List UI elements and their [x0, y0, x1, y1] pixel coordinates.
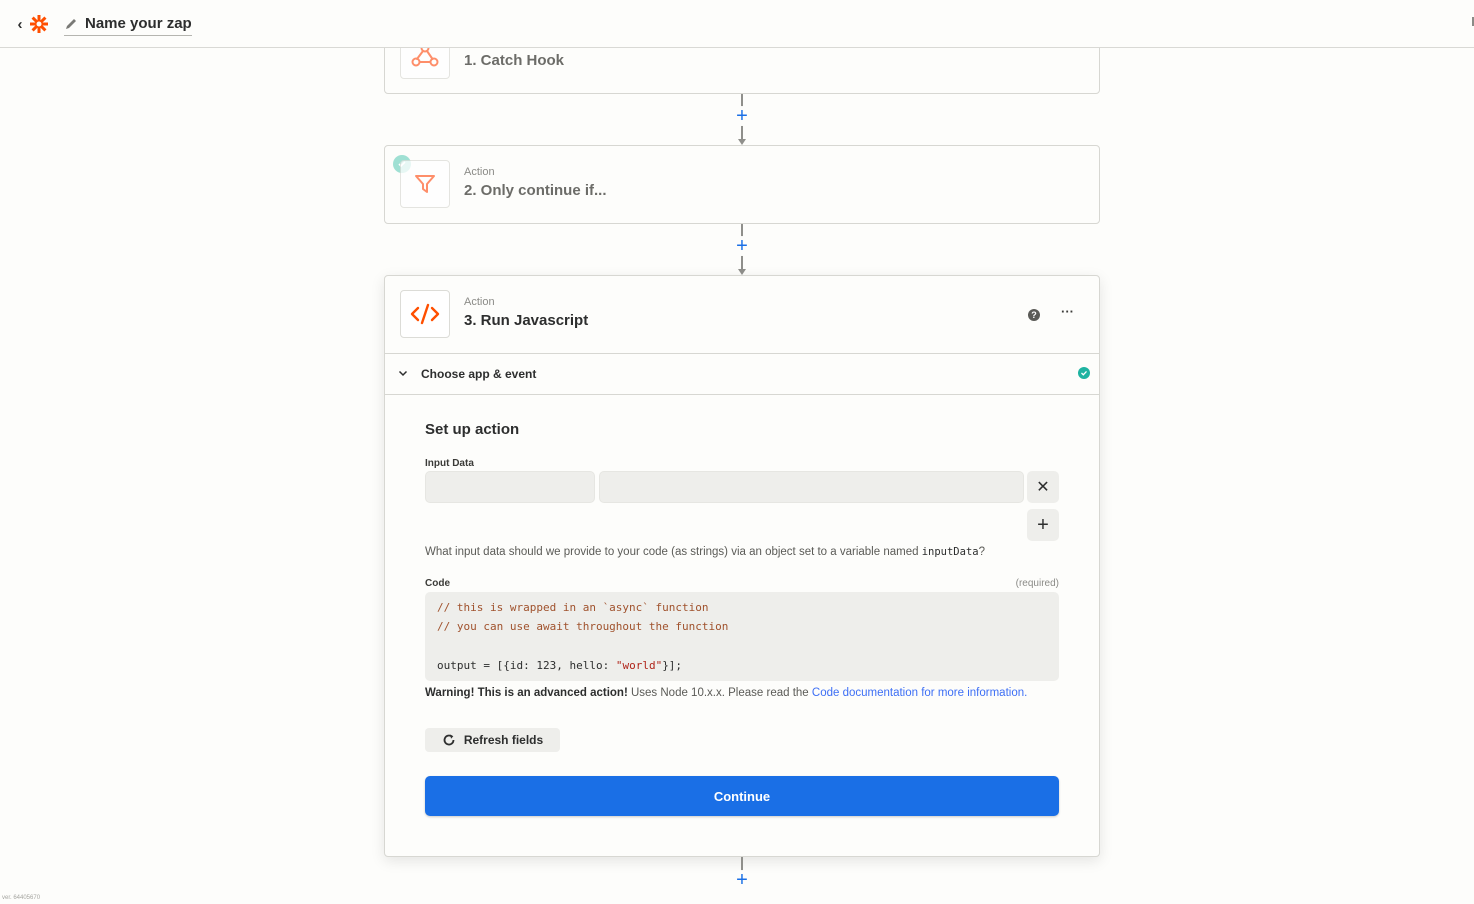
filter-icon: [400, 160, 450, 208]
add-step-button[interactable]: +: [732, 236, 752, 256]
code-icon: [400, 290, 450, 338]
remove-input-button[interactable]: ✕: [1027, 471, 1059, 503]
back-chevron-icon[interactable]: ‹: [12, 14, 28, 34]
add-step-button[interactable]: +: [732, 106, 752, 126]
zap-name: Name your zap: [85, 15, 192, 32]
input-data-help: What input data should we provide to you…: [425, 546, 985, 558]
choose-app-event-section[interactable]: Choose app & event: [385, 354, 1099, 395]
input-data-label: Input Data: [425, 458, 474, 469]
code-docs-link[interactable]: Code documentation for more information.: [812, 687, 1027, 699]
version-label: ver. 64405670: [2, 895, 41, 901]
chevron-down-icon: [398, 370, 408, 377]
step-card-run-javascript: Action 3. Run Javascript ? ··· Choose ap…: [384, 275, 1100, 857]
required-label: (required): [1015, 578, 1059, 589]
code-string: "world": [615, 658, 663, 672]
code-comment-line: // you can use await throughout the func…: [437, 620, 729, 634]
add-step-button[interactable]: +: [732, 870, 752, 890]
top-bar: ‹ Name your zap: [0, 0, 1474, 48]
code-number: 123: [536, 658, 557, 672]
step-kind: Action: [464, 166, 495, 178]
section-label: Choose app & event: [421, 367, 537, 381]
add-input-button[interactable]: +: [1027, 509, 1059, 541]
step-kind: Action: [464, 296, 495, 308]
warning-bold: Warning! This is an advanced action!: [425, 687, 628, 699]
input-data-key-field[interactable]: [425, 471, 595, 503]
refresh-icon: [443, 734, 455, 746]
step-title: 3. Run Javascript: [464, 312, 589, 329]
input-data-value-field[interactable]: [599, 471, 1024, 503]
more-options-icon[interactable]: ···: [1061, 304, 1074, 319]
help-text-start: What input data should we provide to you…: [425, 546, 922, 558]
code-comment-line: // this is wrapped in an `async` functio…: [437, 601, 709, 614]
code-editor[interactable]: // this is wrapped in an `async` functio…: [425, 592, 1059, 681]
section-complete-icon: [1078, 367, 1090, 379]
setup-action-title: Set up action: [425, 421, 520, 438]
step-title: 2. Only continue if...: [464, 182, 607, 199]
help-text-code: inputData: [921, 546, 979, 558]
code-label: Code: [425, 578, 450, 589]
code-text: , hello:: [556, 658, 616, 672]
step-title: 1. Catch Hook: [464, 52, 565, 69]
advanced-warning: Warning! This is an advanced action! Use…: [425, 687, 1027, 699]
continue-button[interactable]: Continue: [425, 776, 1059, 816]
step-card-filter[interactable]: Action 2. Only continue if...: [384, 145, 1100, 224]
refresh-fields-button[interactable]: Refresh fields: [425, 728, 560, 752]
step-header[interactable]: Action 3. Run Javascript ? ···: [385, 276, 1099, 354]
help-text-end: ?: [978, 546, 986, 558]
code-text: output = [{id:: [437, 658, 537, 672]
zap-name-field[interactable]: Name your zap: [64, 12, 192, 36]
zapier-logo-icon[interactable]: [28, 13, 50, 35]
code-text: }];: [662, 658, 683, 672]
pencil-icon: [66, 18, 76, 29]
help-icon[interactable]: ?: [1028, 309, 1040, 321]
warning-text: Uses Node 10.x.x. Please read the: [627, 687, 812, 699]
refresh-label: Refresh fields: [463, 733, 544, 747]
